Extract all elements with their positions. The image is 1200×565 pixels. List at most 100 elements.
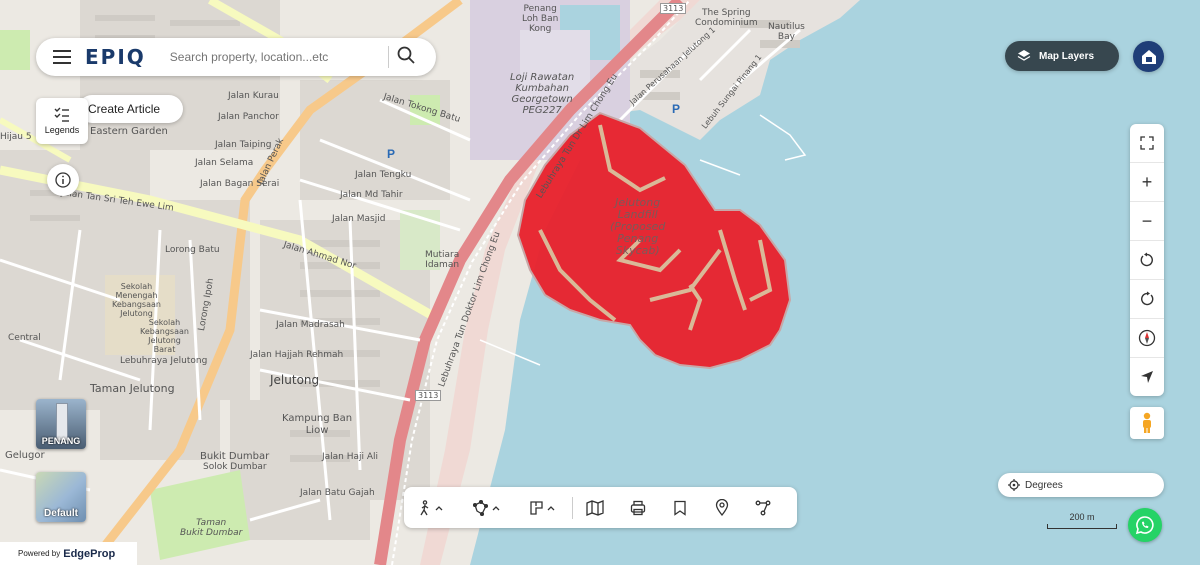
draw-polygon-button[interactable] <box>460 487 516 528</box>
label-jalan-bagan-serai: Jalan Bagan Serai <box>200 179 280 189</box>
label-jalan-taiping: Jalan Taiping <box>215 140 272 150</box>
walking-icon <box>420 499 443 515</box>
label-landfill: Jelutong Landfill (Proposed Penang Skycab) <box>610 196 666 257</box>
pin-icon <box>715 499 729 516</box>
powered-by[interactable]: Powered by EdgeProp <box>0 542 137 565</box>
svg-text:P: P <box>387 147 395 161</box>
zoom-in-button[interactable]: + <box>1130 162 1164 201</box>
label-nautilus: Nautilus Bay <box>768 22 805 42</box>
create-article-label: Create Article <box>88 102 161 116</box>
map-layers-button[interactable]: Map Layers <box>1005 41 1119 71</box>
label-bukit-dumbar: Bukit Dumbar <box>200 451 270 462</box>
label-penang-loh-ban-kong: Penang Loh Ban Kong <box>522 4 559 34</box>
plus-icon: + <box>1141 171 1153 192</box>
map-controls: + − <box>1130 124 1164 396</box>
compass-icon <box>1138 329 1156 347</box>
legends-button[interactable]: Legends <box>36 98 88 144</box>
bookmark-button[interactable] <box>659 487 701 528</box>
scale-line <box>1047 524 1117 529</box>
label-jalan-panchor: Jalan Panchor <box>218 112 279 122</box>
info-icon <box>55 172 71 188</box>
compass-button[interactable] <box>1130 318 1164 357</box>
rotate-right-icon <box>1141 291 1154 306</box>
label-taman-bukit-dumbar: Taman Bukit Dumbar <box>180 518 243 538</box>
label-lorong-batu: Lorong Batu <box>165 245 220 255</box>
street-view-button[interactable] <box>1130 407 1164 439</box>
info-button[interactable] <box>47 164 79 196</box>
map-view-button[interactable] <box>573 487 617 528</box>
degrees-label: Degrees <box>1025 479 1063 491</box>
list-icon <box>54 107 69 122</box>
layer-thumb-penang-label: PENANG <box>41 436 81 446</box>
label-mutiara-idaman: Mutiara Idaman <box>425 250 460 270</box>
label-spring: The Spring Condominium <box>695 8 758 28</box>
walk-tool-button[interactable] <box>404 487 460 528</box>
label-central: Central <box>8 333 41 343</box>
pegman-icon <box>1143 412 1151 433</box>
legends-label: Legends <box>44 125 80 135</box>
label-jalan-md-tahir: Jalan Md Tahir <box>340 190 403 200</box>
label-lebuhraya-jelutong: Lebuhraya Jelutong <box>120 356 208 366</box>
bottom-toolbar <box>404 487 797 528</box>
fullscreen-icon <box>1140 136 1154 150</box>
label-jalan-haji-ali: Jalan Haji Ali <box>322 452 379 462</box>
rotate-right-button[interactable] <box>1130 279 1164 318</box>
route-button[interactable] <box>743 487 783 528</box>
polygon-icon <box>473 499 500 516</box>
label-jalan-kurau: Jalan Kurau <box>228 91 279 101</box>
label-taman-jelutong: Taman Jelutong <box>90 382 175 395</box>
minus-icon: − <box>1141 210 1153 231</box>
navigation-icon <box>1141 371 1153 383</box>
search-bar: EPIQ <box>36 38 436 76</box>
create-article-button[interactable]: Create Article <box>78 95 183 123</box>
layer-thumb-default[interactable]: Default <box>36 472 86 522</box>
crosshair-icon <box>1008 479 1020 491</box>
print-button[interactable] <box>617 487 659 528</box>
profile-button[interactable] <box>1133 41 1164 72</box>
bookmark-icon <box>674 500 686 516</box>
label-loji: Loji Rawatan Kumbahan Georgetown PEG227 <box>510 72 575 116</box>
scale-bar: 200 m <box>1047 512 1117 529</box>
rotate-left-button[interactable] <box>1130 240 1164 279</box>
label-solok-dumbar: Solok Dumbar <box>203 462 267 472</box>
label-kampung-ban-liow: Kampung Ban Liow <box>282 413 353 436</box>
layer-thumb-default-label: Default <box>44 508 78 519</box>
location-pin-button[interactable] <box>701 487 743 528</box>
degrees-field[interactable]: Degrees <box>998 473 1164 497</box>
zoom-out-button[interactable]: − <box>1130 201 1164 240</box>
fullscreen-button[interactable] <box>1130 124 1164 162</box>
app-logo[interactable]: EPIQ <box>85 45 146 69</box>
map-icon <box>586 499 604 516</box>
label-eastern-garden: Eastern Garden <box>90 126 168 137</box>
search-input[interactable] <box>167 49 382 65</box>
locate-me-button[interactable] <box>1130 357 1164 396</box>
label-jalan-hajjah-rehmah: Jalan Hajjah Rehmah <box>250 350 344 360</box>
map-layers-label: Map Layers <box>1039 50 1095 62</box>
label-jelutong: Jelutong <box>270 373 320 387</box>
powered-by-prefix: Powered by <box>18 549 61 558</box>
label-hijau: Hijau 5 <box>0 132 32 142</box>
layers-icon <box>1017 50 1031 61</box>
layer-thumb-penang[interactable]: PENANG <box>36 399 86 449</box>
search-icon[interactable] <box>397 46 415 69</box>
route-icon <box>755 500 771 515</box>
label-jalan-selama: Jalan Selama <box>195 158 254 168</box>
label-sekolah-2: Sekolah Kebangsaan Jelutong Barat <box>140 318 189 354</box>
edgeprop-logo: EdgeProp <box>63 547 116 560</box>
measure-tool-button[interactable] <box>516 487 572 528</box>
label-route-3113-a: 3113 <box>660 3 687 14</box>
label-route-3113-b: 3113 <box>415 390 442 401</box>
whatsapp-icon <box>1135 516 1154 535</box>
whatsapp-button[interactable] <box>1128 508 1162 542</box>
printer-icon <box>630 500 646 515</box>
search-divider <box>387 46 389 68</box>
label-gelugor: Gelugor <box>5 450 45 461</box>
label-jalan-tengku: Jalan Tengku <box>355 170 412 180</box>
label-jalan-masjid: Jalan Masjid <box>332 214 386 224</box>
floorplan-icon <box>530 500 555 515</box>
label-jalan-madrasah: Jalan Madrasah <box>276 320 345 330</box>
menu-icon[interactable] <box>53 46 71 68</box>
label-sekolah-1: Sekolah Menengah Kebangsaan Jelutong <box>112 282 161 318</box>
svg-text:P: P <box>672 102 680 116</box>
rotate-left-icon <box>1140 252 1153 267</box>
